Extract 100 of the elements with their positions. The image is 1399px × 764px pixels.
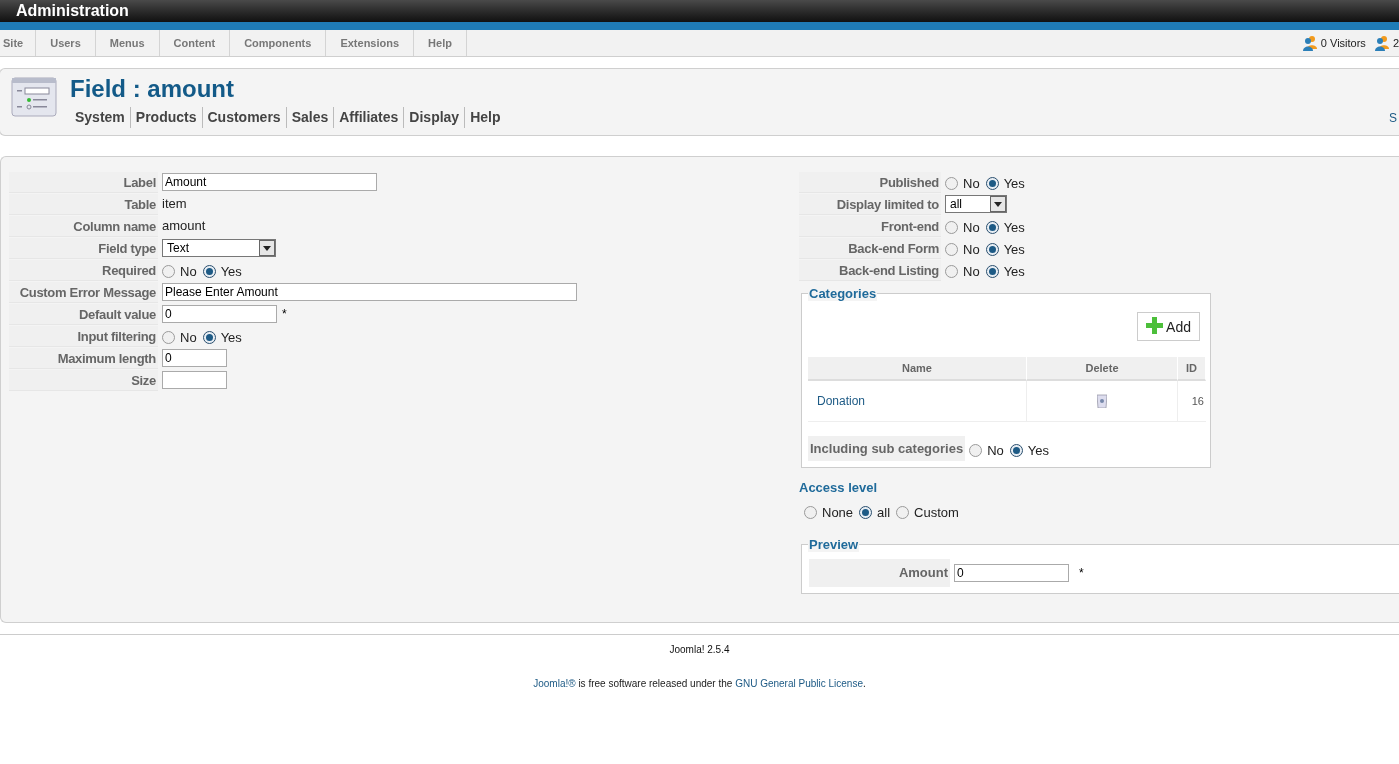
radio-button[interactable] [945, 177, 958, 190]
toolbar-link[interactable]: S [1389, 109, 1397, 127]
menu-item[interactable]: Help [414, 30, 467, 56]
radio-label: No [963, 262, 980, 281]
radio-label: Yes [1003, 262, 1025, 281]
radio-label: No [987, 441, 1004, 460]
users-icon [1301, 35, 1318, 51]
table-cell: 16 [1178, 381, 1206, 422]
radio-button[interactable] [985, 177, 999, 190]
menu-item[interactable]: Extensions [326, 30, 415, 56]
radio-label: all [877, 503, 891, 522]
field-label: Field type [9, 237, 158, 259]
header-title: Administration [16, 2, 129, 20]
add-button[interactable]: Add [1137, 312, 1200, 341]
input-field[interactable]: 0 [162, 349, 227, 367]
caret-icon [263, 245, 271, 251]
column-header: Name [808, 357, 1027, 381]
dropdown[interactable]: Text [162, 239, 276, 257]
field-label: Amount [809, 559, 950, 587]
footer-link[interactable]: Joomla!® [533, 678, 576, 689]
field-label: Label [9, 171, 158, 193]
nav-link[interactable]: Help [464, 107, 506, 128]
field-label: Input filtering [9, 325, 158, 347]
required-mark: * [1079, 565, 1084, 582]
radio-label: Yes [1003, 174, 1025, 193]
radio-button[interactable] [1009, 444, 1023, 457]
input-field[interactable]: Please Enter Amount [162, 283, 577, 301]
radio-button[interactable] [945, 221, 958, 234]
section-title: Preview [808, 537, 860, 552]
license-text: Joomla!® is free software released under the GNU General Public License. [533, 677, 866, 691]
radio-button[interactable] [969, 444, 983, 457]
field-value: amount [162, 217, 206, 236]
required-mark: * [282, 306, 287, 323]
input-field[interactable]: Amount [162, 173, 377, 191]
radio-button[interactable] [985, 265, 999, 278]
radio-button[interactable] [945, 243, 958, 256]
radio-label: No [963, 218, 980, 237]
field-label: Custom Error Message [9, 281, 158, 303]
section-title: Access level [799, 479, 879, 497]
nav-link[interactable]: Customers [201, 107, 286, 128]
radio-button[interactable] [202, 331, 216, 344]
field-label: Display limited to [799, 193, 941, 215]
column-header: Delete [1027, 357, 1178, 381]
users-icon [1373, 35, 1390, 51]
field-label: Back-end Form [799, 237, 941, 259]
radio-label: None [822, 503, 854, 522]
field-label: Required [9, 259, 158, 281]
nav-link[interactable]: System [70, 107, 130, 128]
nav-link[interactable]: Products [129, 107, 202, 128]
page-title: Field : amount [70, 76, 235, 102]
menu-item[interactable]: Content [159, 30, 231, 56]
caret-icon [994, 201, 1002, 207]
field-value: item [162, 195, 187, 214]
radio-button[interactable] [859, 505, 873, 519]
status-text: 2 [1392, 35, 1399, 51]
footer-link[interactable]: GNU General Public License [735, 678, 863, 689]
radio-button[interactable] [945, 265, 958, 278]
radio-label: No [180, 328, 197, 347]
radio-label: Yes [1003, 218, 1025, 237]
field-label: Default value [9, 303, 158, 325]
input-field[interactable]: 0 [162, 305, 277, 323]
nav-link[interactable]: Display [403, 107, 465, 128]
field-label: Size [9, 369, 158, 391]
field-label: Including sub categories [808, 436, 966, 461]
radio-button[interactable] [804, 505, 817, 519]
radio-label: No [963, 174, 980, 193]
radio-label: Yes [1027, 441, 1049, 460]
field-label: Published [799, 171, 941, 193]
radio-button[interactable] [896, 505, 910, 519]
plus-icon [1146, 317, 1164, 334]
radio-label: Yes [220, 328, 242, 347]
radio-label: Custom [914, 503, 959, 522]
category-link[interactable]: Donation [808, 381, 1027, 422]
menu-item[interactable]: Components [230, 30, 327, 56]
field-label: Maximum length [9, 347, 158, 369]
nav-link[interactable]: Affiliates [333, 107, 404, 128]
status-text: 0 Visitors [1320, 35, 1366, 51]
radio-label: No [180, 262, 197, 281]
field-label: Back-end Listing [799, 259, 941, 281]
field-label: Front-end [799, 215, 941, 237]
radio-button[interactable] [985, 221, 999, 234]
menu-item[interactable]: Users [36, 30, 96, 56]
radio-button[interactable] [202, 265, 216, 278]
radio-label: Yes [1003, 240, 1025, 259]
radio-button[interactable] [985, 243, 999, 256]
section-title: Categories [808, 286, 878, 301]
form-icon [11, 77, 57, 119]
menu-item[interactable]: Menus [95, 30, 160, 56]
radio-label: No [963, 240, 980, 259]
input-field[interactable]: 0 [954, 564, 1069, 582]
trash-icon[interactable] [1097, 394, 1107, 408]
field-label: Column name [9, 215, 158, 237]
input-field[interactable] [162, 371, 227, 389]
dropdown[interactable]: all [945, 195, 1007, 213]
radio-label: Yes [220, 262, 242, 281]
column-header: ID [1178, 357, 1206, 381]
radio-button[interactable] [162, 331, 175, 344]
radio-button[interactable] [162, 265, 175, 278]
nav-link[interactable]: Sales [285, 107, 334, 128]
menu-item[interactable]: Site [0, 30, 37, 56]
